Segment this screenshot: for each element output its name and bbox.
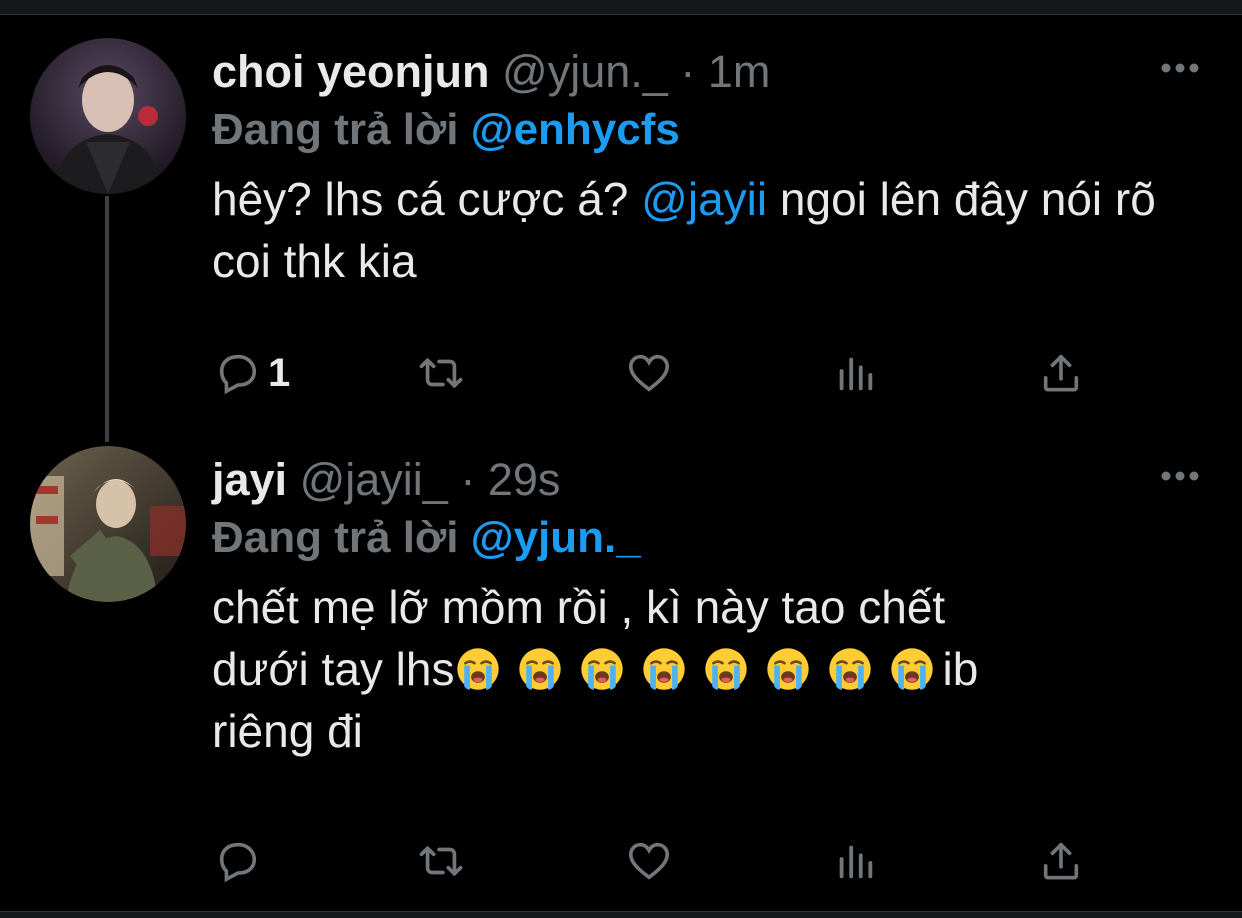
timestamp[interactable]: 1m — [708, 46, 771, 97]
tweet-actions — [212, 836, 1112, 886]
tweet-text-line: riêng đi — [212, 705, 363, 757]
reply-to-mention[interactable]: @yjun._ — [471, 513, 641, 562]
more-icon[interactable] — [1160, 60, 1200, 76]
views-button[interactable] — [832, 348, 878, 398]
loudly-crying-face-emoji — [517, 646, 563, 692]
reply-icon — [219, 842, 257, 883]
more-icon[interactable] — [1160, 468, 1200, 484]
share-icon — [1043, 354, 1079, 392]
loudly-crying-face-emoji — [579, 646, 625, 692]
tweet-actions: 1 — [212, 348, 1112, 398]
reply-button[interactable] — [214, 836, 260, 886]
retweet-icon — [419, 846, 463, 876]
user-handle[interactable]: @yjun._ — [502, 46, 668, 97]
tweet-text-line: chết mẹ lỡ mồm rồi , kì này tao chết — [212, 581, 946, 633]
tweet[interactable]: choi yeonjun @yjun._ · 1m Đang trả lời @… — [212, 44, 1222, 292]
tweet-text-part: ib — [942, 643, 979, 695]
heart-icon — [628, 842, 670, 880]
tweet-mention[interactable]: @jayii — [641, 173, 767, 225]
profile-photo-yeonjun — [30, 38, 186, 194]
replying-to: Đang trả lời @yjun._ — [212, 510, 1222, 566]
user-handle[interactable]: @jayii_ — [300, 454, 448, 505]
separator-dot: · — [460, 454, 476, 505]
heart-icon — [628, 354, 670, 392]
reply-button[interactable]: 1 — [214, 348, 290, 398]
tweet-text: hêy? lhs cá cược á? @jayii ngoi lên đây … — [212, 168, 1202, 292]
tweet-text-part: hêy? lhs cá cược á? — [212, 173, 629, 225]
loudly-crying-face-emoji — [889, 646, 935, 692]
avatar[interactable] — [30, 446, 186, 602]
timestamp[interactable]: 29s — [488, 454, 561, 505]
retweet-button[interactable] — [418, 348, 464, 398]
replying-to-label: Đang trả lời — [212, 513, 459, 562]
tweet[interactable]: jayi @jayii_ · 29s Đang trả lời @yjun._ … — [212, 452, 1222, 762]
loudly-crying-face-emoji — [765, 646, 811, 692]
retweet-button[interactable] — [418, 836, 464, 886]
views-icon — [839, 845, 873, 879]
share-icon — [1043, 842, 1079, 880]
tweet-text: chết mẹ lỡ mồm rồi , kì này tao chết dướ… — [212, 576, 1202, 762]
tweet-header: choi yeonjun @yjun._ · 1m — [212, 44, 1222, 100]
thread-connector-line — [105, 196, 109, 442]
loudly-crying-face-emoji — [641, 646, 687, 692]
like-button[interactable] — [626, 348, 672, 398]
tweet-text-line: dưới tay lhs ib — [212, 638, 1202, 700]
retweet-icon — [419, 358, 463, 388]
reply-count: 1 — [268, 350, 291, 395]
top-divider — [0, 0, 1242, 15]
views-button[interactable] — [832, 836, 878, 886]
emoji-row — [455, 643, 943, 695]
share-button[interactable] — [1038, 348, 1084, 398]
display-name[interactable]: choi yeonjun — [212, 46, 490, 97]
loudly-crying-face-emoji — [827, 646, 873, 692]
loudly-crying-face-emoji — [455, 646, 501, 692]
replying-to: Đang trả lời @enhycfs — [212, 102, 1222, 158]
share-button[interactable] — [1038, 836, 1084, 886]
avatar[interactable] — [30, 38, 186, 194]
tweet-text-part: dưới tay lhs — [212, 643, 455, 695]
reply-icon — [219, 354, 257, 395]
views-icon — [839, 357, 873, 391]
reply-to-mention[interactable]: @enhycfs — [471, 105, 680, 154]
like-button[interactable] — [626, 836, 672, 886]
replying-to-label: Đang trả lời — [212, 105, 459, 154]
bottom-divider — [0, 911, 1242, 918]
tweet-header: jayi @jayii_ · 29s — [212, 452, 1222, 508]
profile-photo-jayi — [30, 446, 186, 602]
separator-dot: · — [680, 46, 696, 97]
loudly-crying-face-emoji — [703, 646, 749, 692]
display-name[interactable]: jayi — [212, 454, 287, 505]
